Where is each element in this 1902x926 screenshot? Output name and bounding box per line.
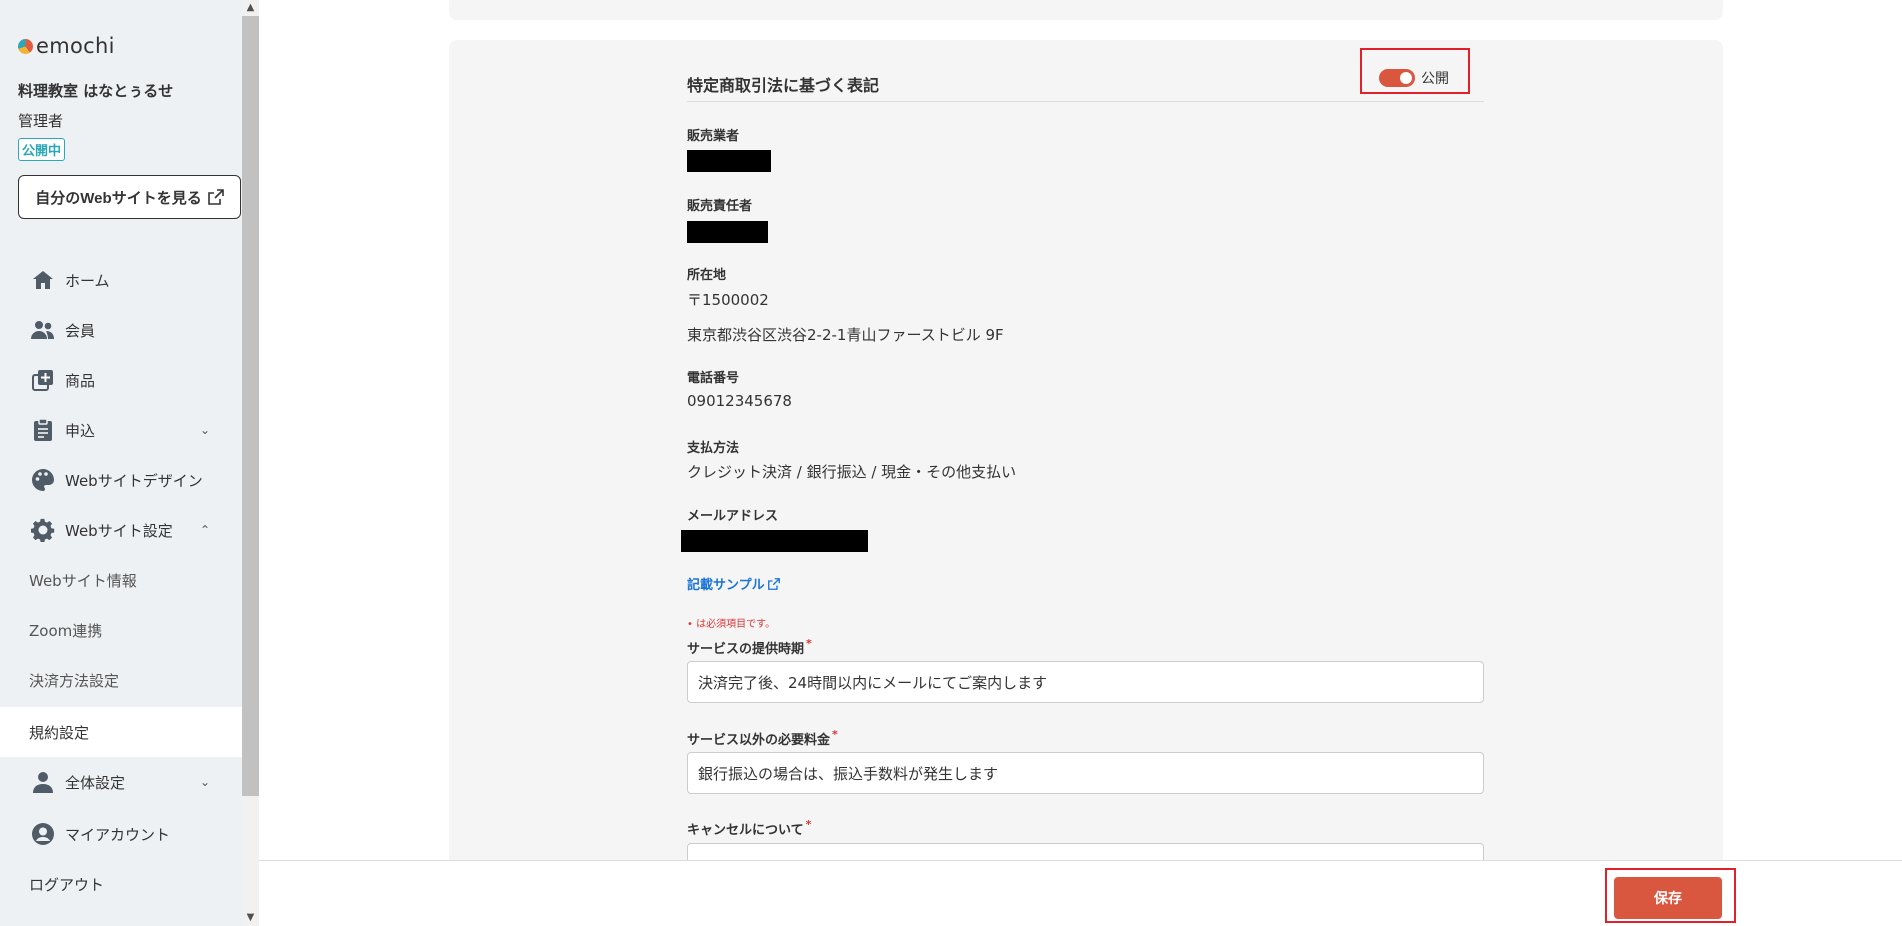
extra-fee-label: サービス以外の必要料金 * xyxy=(687,728,838,748)
sidebar-subitem-terms[interactable]: 規約設定 xyxy=(0,707,242,757)
email-value-redacted xyxy=(681,530,868,552)
footer-bar: 保存 xyxy=(259,860,1902,926)
sample-link[interactable]: 記載サンプル xyxy=(687,574,780,593)
sidebar-item-label: Webサイト設定 xyxy=(65,521,173,540)
sidebar-item-my-account[interactable]: マイアカウント xyxy=(0,809,242,859)
scroll-up-icon[interactable]: ▲ xyxy=(242,0,259,16)
sidebar-item-home[interactable]: ホーム xyxy=(0,255,242,305)
section-header: 特定商取引法に基づく表記 公開 xyxy=(687,60,1484,102)
required-star: * xyxy=(806,637,812,650)
sidebar-item-label: Webサイト情報 xyxy=(29,571,137,590)
account-role: 管理者 xyxy=(18,112,64,130)
sidebar-item-members[interactable]: 会員 xyxy=(0,305,242,355)
payment-value: クレジット決済 / 銀行振込 / 現金・その他支払い xyxy=(687,463,1017,481)
required-star: * xyxy=(832,728,838,741)
cancel-input[interactable] xyxy=(687,843,1484,860)
external-link-icon xyxy=(207,189,224,205)
delivery-label: サービスの提供時期 * xyxy=(687,637,812,657)
seller-value-redacted xyxy=(687,150,771,172)
main-content: 特定商取引法に基づく表記 公開 販売業者 販売責任者 所在地 〒1500002 … xyxy=(259,0,1902,860)
required-mark: • xyxy=(687,619,693,630)
sidebar-item-label: ホーム xyxy=(65,271,110,290)
required-star: * xyxy=(805,818,812,831)
sample-link-label: 記載サンプル xyxy=(687,578,765,593)
sidebar-item-logout[interactable]: ログアウト xyxy=(0,859,242,909)
seller-label: 販売業者 xyxy=(687,129,740,144)
toggle-label: 公開 xyxy=(1421,71,1449,87)
sidebar-item-label: ログアウト xyxy=(29,875,105,894)
view-site-button[interactable]: 自分のWebサイトを見る xyxy=(18,175,241,219)
external-link-icon xyxy=(767,577,780,590)
sidebar-scrollbar[interactable]: ▲ ▼ xyxy=(242,0,259,926)
brand-name: emochi xyxy=(36,34,115,58)
sidebar-subitem-zoom[interactable]: Zoom連携 xyxy=(0,605,242,655)
sidebar-item-website-design[interactable]: Webサイトデザイン xyxy=(0,455,242,505)
account-circle-icon xyxy=(31,822,55,846)
address-value: 東京都渋谷区渋谷2-2-1青山ファーストビル 9F xyxy=(687,326,1004,344)
sidebar-item-label: Webサイトデザイン xyxy=(65,471,203,490)
section-title: 特定商取引法に基づく表記 xyxy=(687,76,880,95)
payment-label: 支払方法 xyxy=(687,441,740,456)
phone-label: 電話番号 xyxy=(687,371,740,386)
add-product-icon xyxy=(31,368,55,392)
scrollbar-thumb[interactable] xyxy=(242,16,259,796)
sidebar-item-label: 全体設定 xyxy=(65,773,126,792)
scroll-down-icon[interactable]: ▼ xyxy=(242,910,259,926)
chevron-up-icon: ⌃ xyxy=(200,523,211,537)
required-note: • は必須項目です。 xyxy=(687,615,775,630)
chevron-down-icon: ⌄ xyxy=(200,775,211,789)
sidebar-item-label: マイアカウント xyxy=(65,825,171,844)
palette-icon xyxy=(31,468,55,492)
status-badge: 公開中 xyxy=(18,138,66,161)
logo-icon xyxy=(18,38,33,54)
sidebar-item-label: Zoom連携 xyxy=(29,621,103,640)
sidebar-item-label: 規約設定 xyxy=(29,723,90,742)
sidebar-item-label: 商品 xyxy=(65,371,96,390)
address-label: 所在地 xyxy=(687,268,727,283)
chevron-down-icon: ⌄ xyxy=(200,423,211,437)
school-name: 料理教室 はなとぅるせ xyxy=(18,82,174,100)
extra-fee-label-text: サービス以外の必要料金 xyxy=(687,733,831,748)
sidebar-item-applications[interactable]: 申込 ⌄ xyxy=(0,405,242,455)
sidebar-subitem-payment[interactable]: 決済方法設定 xyxy=(0,655,242,705)
manager-label: 販売責任者 xyxy=(687,199,753,214)
gear-icon xyxy=(31,518,55,542)
save-button[interactable]: 保存 xyxy=(1614,877,1722,919)
tokushoho-card xyxy=(449,40,1723,860)
person-icon xyxy=(31,770,55,794)
toggle-switch[interactable] xyxy=(1379,69,1415,87)
sidebar-subitem-website-info[interactable]: Webサイト情報 xyxy=(0,555,242,605)
publish-toggle[interactable]: 公開 xyxy=(1379,68,1449,88)
previous-card xyxy=(449,0,1723,20)
sidebar: emochi 料理教室 はなとぅるせ 管理者 公開中 自分のWebサイトを見る … xyxy=(0,0,242,926)
users-icon xyxy=(31,318,55,342)
cancel-label-text: キャンセルについて xyxy=(687,823,804,838)
clipboard-icon xyxy=(31,418,55,442)
sidebar-item-label: 申込 xyxy=(65,421,96,440)
delivery-input[interactable] xyxy=(687,661,1484,703)
view-site-label: 自分のWebサイトを見る xyxy=(35,189,202,207)
required-note-text: は必須項目です。 xyxy=(696,619,776,630)
sidebar-item-label: 会員 xyxy=(65,321,96,340)
extra-fee-input[interactable] xyxy=(687,752,1484,794)
sidebar-item-products[interactable]: 商品 xyxy=(0,355,242,405)
delivery-label-text: サービスの提供時期 xyxy=(687,642,805,657)
sidebar-item-general-settings[interactable]: 全体設定 ⌄ xyxy=(0,757,242,807)
brand-logo[interactable]: emochi xyxy=(18,34,115,58)
sidebar-item-website-settings[interactable]: Webサイト設定 ⌃ xyxy=(0,505,242,555)
cancel-label: キャンセルについて * xyxy=(687,818,812,838)
home-icon xyxy=(31,268,55,292)
manager-value-redacted xyxy=(687,221,768,243)
phone-value: 09012345678 xyxy=(687,392,792,410)
sidebar-item-label: 決済方法設定 xyxy=(29,671,120,690)
email-label: メールアドレス xyxy=(687,509,779,524)
postal-code: 〒1500002 xyxy=(687,291,769,309)
